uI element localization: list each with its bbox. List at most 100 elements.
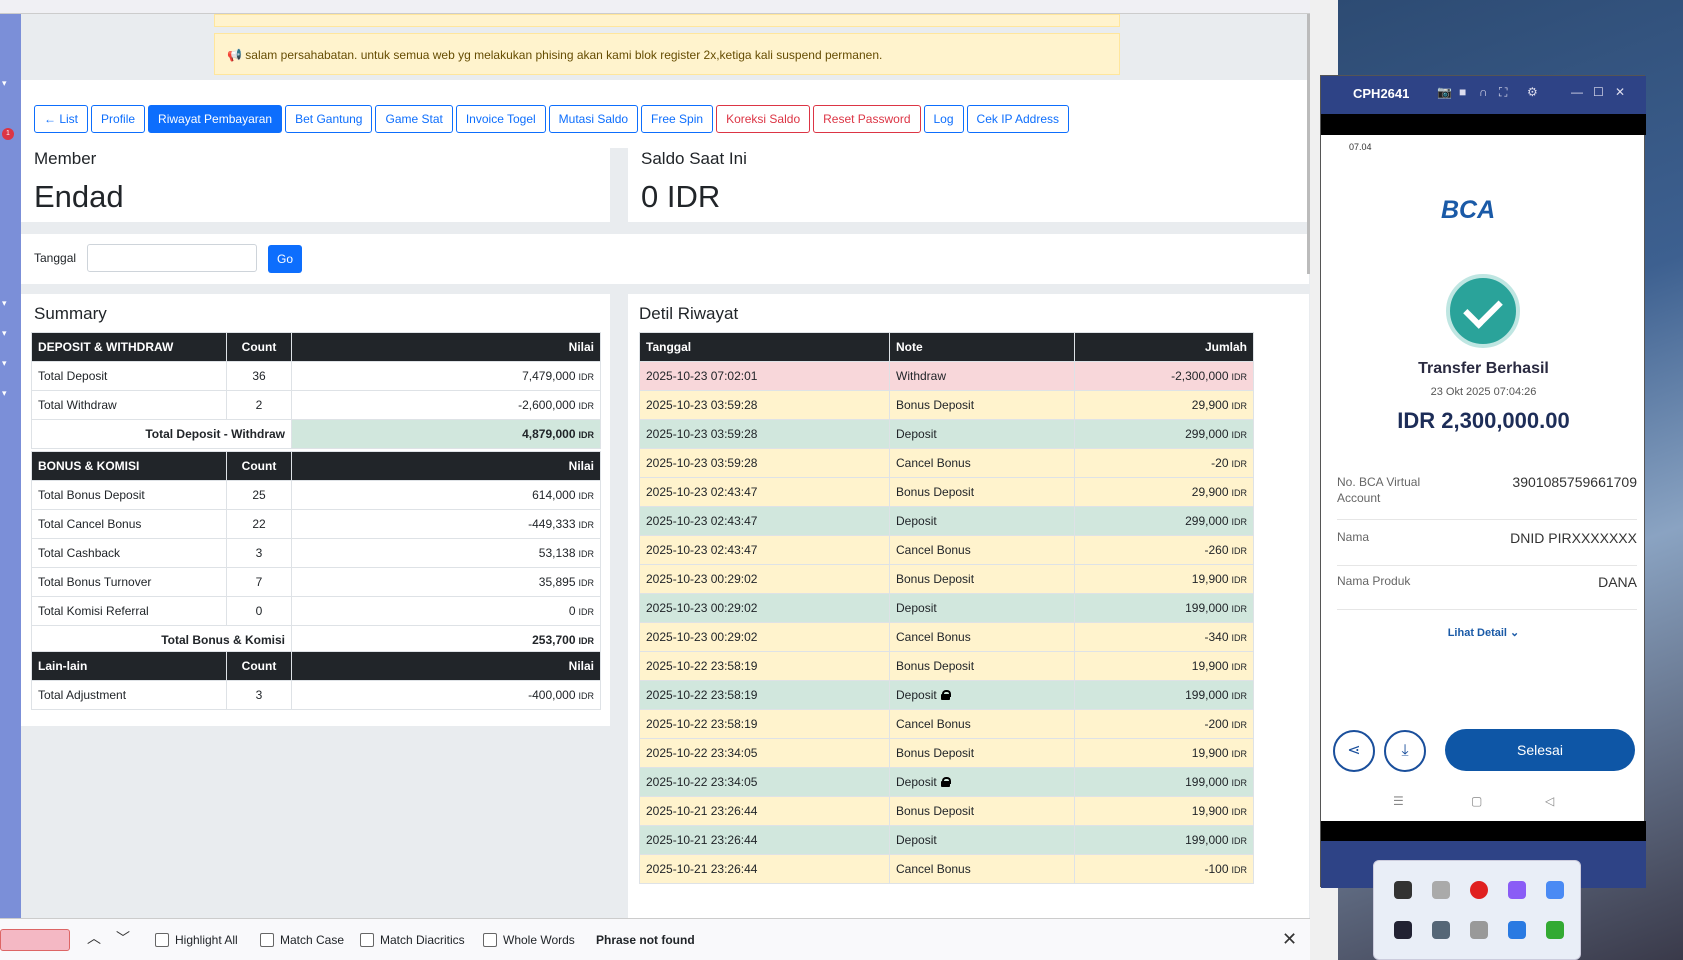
name-field: Nama DNID PIRXXXXXXX [1337, 530, 1637, 566]
balance-mutation-button[interactable]: Mutasi Saldo [548, 105, 639, 133]
pending-bet-button[interactable]: Bet Gantung [285, 105, 373, 133]
row-value: 0 IDR [291, 596, 601, 626]
history-amount: 19,900 IDR [1074, 564, 1254, 594]
date-input[interactable] [87, 244, 257, 272]
detail-link[interactable]: Lihat Detail ⌄ [1321, 626, 1646, 639]
sidebar-chevron-icon[interactable]: ▾ [2, 358, 7, 369]
security-shield-icon[interactable] [1508, 921, 1526, 939]
row-count: 22 [226, 509, 292, 539]
history-date: 2025-10-23 03:59:28 [639, 419, 890, 449]
usb-icon[interactable] [1470, 921, 1488, 939]
go-button[interactable]: Go [268, 245, 302, 273]
fullscreen-icon[interactable]: ⛶ [1499, 85, 1507, 100]
table-row: Total Withdraw 2 -2,600,000 IDR [31, 390, 601, 420]
minimize-icon[interactable]: — [1571, 85, 1583, 99]
balance-correction-button[interactable]: Koreksi Saldo [716, 105, 811, 133]
admin-sidebar: ▾ 1 ▾ ▾ ▾ ▾ [0, 14, 21, 918]
bonus-summary-table: BONUS & KOMISI Count Nilai Total Bonus D… [31, 451, 601, 655]
checkbox-icon [483, 933, 497, 947]
browser-toolbar [0, 0, 1310, 14]
history-note: Deposit [889, 767, 1075, 797]
history-row: 2025-10-22 23:58:19 Deposit 199,000 IDR [639, 680, 1254, 710]
sidebar-chevron-icon[interactable]: ▾ [2, 388, 7, 399]
balance-card: Saldo Saat Ini 0 IDR [628, 137, 1309, 222]
android-nav-bar: ☰ ▢ ◁ [1321, 794, 1646, 814]
history-row: 2025-10-23 02:43:47 Bonus Deposit 29,900 ID… [639, 477, 1254, 507]
history-row: 2025-10-22 23:58:19 Cancel Bonus -200 IDR [639, 709, 1254, 739]
checkbox-icon [360, 933, 374, 947]
video-icon[interactable]: ■ [1459, 85, 1466, 99]
highlight-all-checkbox[interactable]: Highlight All [155, 933, 238, 947]
done-button[interactable]: Selesai [1445, 729, 1635, 771]
history-note: Bonus Deposit [889, 796, 1075, 826]
sidebar-chevron-icon[interactable]: ▾ [2, 78, 7, 89]
match-diacritics-checkbox[interactable]: Match Diacritics [360, 933, 465, 947]
checkbox-label: Whole Words [503, 933, 575, 947]
send-icon[interactable] [1394, 921, 1412, 939]
history-amount: 29,900 IDR [1074, 390, 1254, 420]
history-row: 2025-10-22 23:34:05 Bonus Deposit 19,900 ID… [639, 738, 1254, 768]
table-header: Tanggal [639, 332, 890, 362]
gear-icon[interactable]: ⚙ [1527, 85, 1538, 99]
history-date: 2025-10-22 23:34:05 [639, 767, 890, 797]
table-row: Total Komisi Referral 0 0 IDR [31, 596, 601, 626]
history-row: 2025-10-22 23:34:05 Deposit 199,000 IDR [639, 767, 1254, 797]
camera-icon[interactable]: 📷 [1437, 85, 1452, 99]
match-case-checkbox[interactable]: Match Case [260, 933, 344, 947]
share-icon[interactable]: ⋖ [1333, 730, 1375, 772]
download-icon[interactable]: ⤓ [1384, 730, 1426, 772]
whole-words-checkbox[interactable]: Whole Words [483, 933, 575, 947]
history-row: 2025-10-23 03:59:28 Bonus Deposit 29,900 ID… [639, 390, 1254, 420]
transfer-amount: IDR 2,300,000.00 [1397, 408, 1570, 433]
storage-icon[interactable] [1432, 921, 1450, 939]
log-button[interactable]: Log [923, 105, 964, 133]
chrome-icon[interactable] [1546, 881, 1564, 899]
list-button[interactable]: ← List [34, 105, 89, 133]
payment-history-button[interactable]: Riwayat Pembayaran [148, 105, 283, 133]
invoice-togel-button[interactable]: Invoice Togel [455, 105, 546, 133]
history-amount: 299,000 IDR [1074, 419, 1254, 449]
menu-icon[interactable]: ☰ [1393, 794, 1404, 808]
game-stat-button[interactable]: Game Stat [375, 105, 453, 133]
headset-icon[interactable]: ∩ [1479, 85, 1488, 99]
close-icon[interactable]: ✕ [1282, 929, 1297, 950]
history-amount: -260 IDR [1074, 535, 1254, 565]
cloud-icon[interactable] [1432, 881, 1450, 899]
browser-window: ▾ 1 ▾ ▾ ▾ ▾ 📢 salam persahabatan. untuk … [0, 0, 1310, 960]
reset-password-button[interactable]: Reset Password [813, 105, 921, 133]
sidebar-chevron-icon[interactable]: ▾ [2, 298, 7, 309]
pen-icon[interactable] [1508, 881, 1526, 899]
close-icon[interactable]: ✕ [1615, 85, 1625, 99]
maximize-icon[interactable]: ☐ [1593, 85, 1604, 99]
chevron-up-icon[interactable]: ︿ [87, 928, 101, 948]
row-label: Total Bonus Turnover [31, 567, 227, 597]
chevron-down-icon[interactable]: ﹀ [116, 928, 130, 948]
opera-icon[interactable] [1470, 881, 1488, 899]
balance-value: 0 IDR [641, 179, 721, 214]
row-label: Total Cashback [31, 538, 227, 568]
table-header: Nilai [291, 651, 601, 681]
balance-label: Saldo Saat Ini [641, 149, 747, 168]
table-header: Count [226, 451, 292, 481]
free-spin-button[interactable]: Free Spin [641, 105, 714, 133]
home-icon[interactable]: ▢ [1471, 794, 1482, 808]
checkbox-label: Match Diacritics [380, 933, 465, 947]
nvidia-icon[interactable] [1546, 921, 1564, 939]
history-amount: 29,900 IDR [1074, 477, 1254, 507]
history-date: 2025-10-22 23:58:19 [639, 709, 890, 739]
history-date: 2025-10-23 02:43:47 [639, 535, 890, 565]
history-note: Bonus Deposit [889, 477, 1075, 507]
sidebar-chevron-icon[interactable]: ▾ [2, 328, 7, 339]
check-ip-button[interactable]: Cek IP Address [966, 105, 1070, 133]
table-header: Count [226, 332, 292, 362]
history-amount: 19,900 IDR [1074, 738, 1254, 768]
history-date: 2025-10-23 03:59:28 [639, 448, 890, 478]
find-input[interactable] [0, 929, 70, 951]
app-icon[interactable] [1394, 881, 1412, 899]
row-count: 0 [226, 596, 292, 626]
back-icon[interactable]: ◁ [1545, 794, 1554, 808]
history-amount: 19,900 IDR [1074, 651, 1254, 681]
table-header: Note [889, 332, 1075, 362]
profile-button[interactable]: Profile [91, 105, 146, 133]
field-label: Nama [1337, 530, 1370, 544]
